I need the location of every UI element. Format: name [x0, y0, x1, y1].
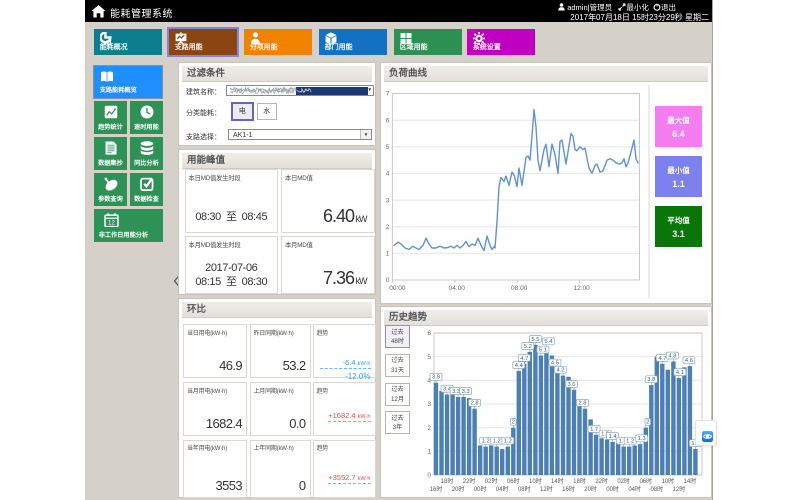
svg-text:16时: 16时 — [562, 485, 575, 493]
svg-text:4.6: 4.6 — [685, 358, 693, 364]
svg-text:4.2: 4.2 — [556, 367, 564, 373]
svg-text:2: 2 — [512, 419, 515, 425]
svg-text:00:00: 00:00 — [389, 285, 406, 292]
svg-text:10时: 10时 — [661, 477, 674, 485]
svg-text:4.4: 4.4 — [515, 362, 524, 368]
svg-text:12时: 12时 — [540, 485, 553, 493]
svg-text:00时: 00时 — [606, 485, 619, 493]
svg-text:6: 6 — [427, 330, 431, 337]
svg-text:3.6: 3.6 — [567, 381, 575, 387]
svg-text:04:00: 04:00 — [449, 285, 466, 292]
svg-text:14时: 14时 — [551, 477, 564, 485]
svg-text:3.3: 3.3 — [452, 388, 460, 394]
svg-text:12: 12 — [108, 219, 115, 226]
svg-text:5.2: 5.2 — [524, 343, 532, 349]
svg-text:08时: 08时 — [518, 485, 531, 493]
svg-text:4: 4 — [386, 171, 390, 178]
svg-text:12时: 12时 — [673, 485, 686, 493]
svg-text:1.2: 1.2 — [493, 438, 501, 444]
svg-text:3: 3 — [386, 197, 390, 204]
svg-text:14时: 14时 — [684, 477, 697, 485]
svg-text:4.7: 4.7 — [658, 355, 666, 361]
svg-text:0: 0 — [386, 277, 390, 284]
svg-text:12:00: 12:00 — [573, 285, 590, 292]
svg-text:4.5: 4.5 — [551, 360, 559, 366]
svg-text:5: 5 — [427, 353, 431, 360]
svg-text:3.9: 3.9 — [432, 374, 440, 380]
svg-text:20时: 20时 — [452, 485, 465, 493]
svg-text:18时: 18时 — [441, 477, 454, 485]
svg-text:08时: 08时 — [650, 485, 663, 493]
svg-text:3.3: 3.3 — [462, 388, 470, 394]
svg-text:10时: 10时 — [529, 477, 542, 485]
svg-text:2: 2 — [386, 224, 390, 231]
svg-text:2.8: 2.8 — [471, 400, 479, 406]
svg-text:1.4: 1.4 — [609, 433, 618, 439]
svg-text:2: 2 — [646, 419, 649, 425]
svg-text:4.7: 4.7 — [520, 355, 528, 361]
svg-text:5.5: 5.5 — [531, 336, 539, 342]
svg-text:3.8: 3.8 — [647, 377, 655, 383]
svg-text:1.2: 1.2 — [482, 438, 490, 444]
svg-text:7: 7 — [386, 91, 390, 98]
svg-text:4.1: 4.1 — [676, 370, 684, 376]
svg-text:3: 3 — [427, 401, 431, 408]
svg-text:18时: 18时 — [573, 477, 586, 485]
svg-text:2.8: 2.8 — [578, 400, 586, 406]
svg-text:0: 0 — [427, 472, 431, 479]
svg-text:22时: 22时 — [595, 477, 608, 485]
svg-text:1.2: 1.2 — [626, 438, 634, 444]
svg-text:06时: 06时 — [639, 477, 652, 485]
svg-text:1.3: 1.3 — [638, 436, 646, 442]
svg-text:02时: 02时 — [485, 477, 498, 485]
svg-text:1: 1 — [427, 448, 431, 455]
svg-text:4.8: 4.8 — [668, 353, 676, 359]
svg-text:1: 1 — [386, 251, 390, 258]
svg-text:1.7: 1.7 — [590, 426, 598, 432]
svg-text:2: 2 — [427, 424, 431, 431]
svg-text:04时: 04时 — [496, 485, 509, 493]
svg-text:6: 6 — [386, 117, 390, 124]
svg-text:20时: 20时 — [584, 485, 597, 493]
svg-text:08:00: 08:00 — [511, 285, 528, 292]
svg-text:1.2: 1.2 — [504, 438, 512, 444]
svg-text:06时: 06时 — [507, 477, 520, 485]
svg-text:5.4: 5.4 — [544, 339, 553, 345]
svg-text:16时: 16时 — [430, 485, 443, 493]
svg-text:04时: 04时 — [628, 485, 641, 493]
svg-text:22时: 22时 — [463, 477, 476, 485]
svg-text:02时: 02时 — [617, 477, 630, 485]
svg-text:00时: 00时 — [474, 485, 487, 493]
svg-text:5.1: 5.1 — [539, 347, 547, 353]
svg-text:5: 5 — [386, 144, 390, 151]
